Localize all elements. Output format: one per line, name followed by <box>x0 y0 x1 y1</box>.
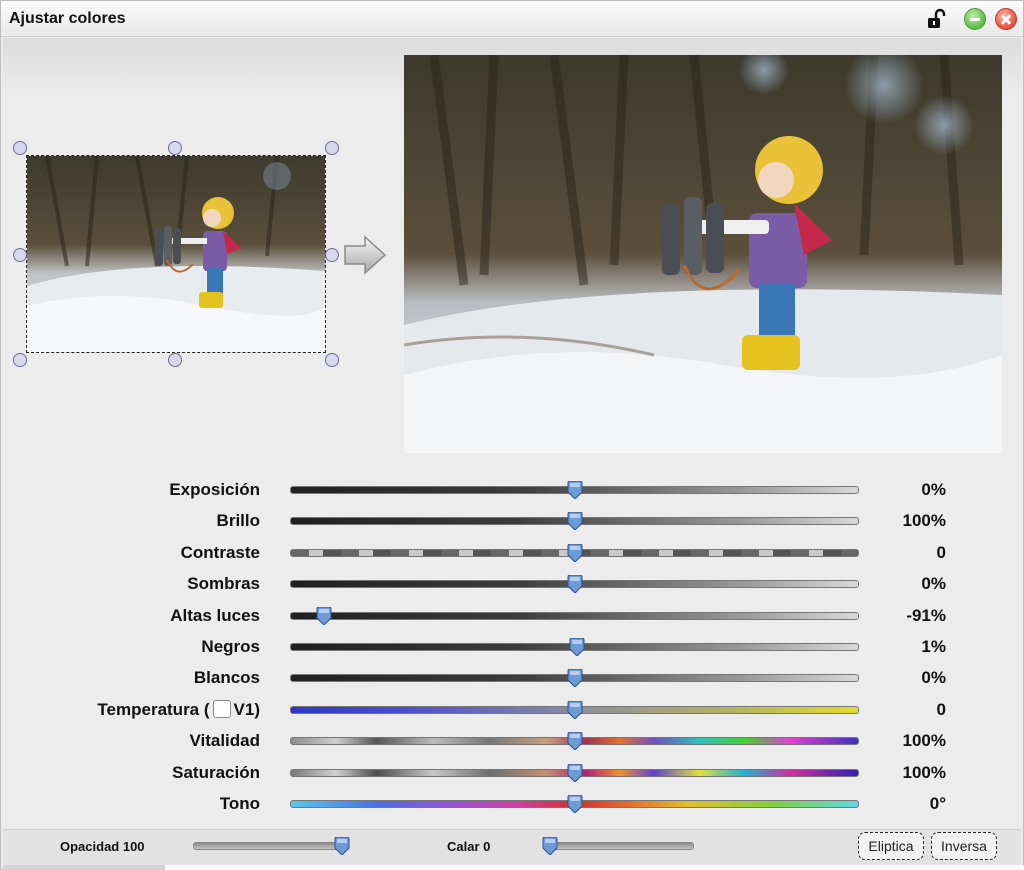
slider-label-saturación: Saturación <box>172 763 260 783</box>
horizontal-scrollbar[interactable] <box>3 865 1024 870</box>
slider-value-sombras: 0% <box>921 574 946 594</box>
slider-label-contraste: Contraste <box>181 543 260 563</box>
slider-thumb-negros[interactable] <box>569 638 585 656</box>
slider-label-blancos: Blancos <box>194 668 260 688</box>
slider-label-vitalidad: Vitalidad <box>189 731 260 751</box>
title-bar: Ajustar colores <box>1 1 1023 37</box>
slider-value-vitalidad: 100% <box>902 731 946 751</box>
selection-frame[interactable] <box>26 155 326 353</box>
slider-value-brillo: 100% <box>902 511 946 531</box>
opacity-slider[interactable] <box>193 842 342 850</box>
slider-label-text: Altas luces <box>170 605 260 625</box>
slider-thumb-tono[interactable] <box>567 795 583 813</box>
slider-label-exposición: Exposición <box>169 480 260 500</box>
slider-value-saturación: 100% <box>902 762 946 782</box>
opacity-slider-thumb[interactable] <box>334 837 350 855</box>
slider-label-altas-luces: Altas luces <box>170 606 260 626</box>
calar-label: Calar 0 <box>447 839 491 854</box>
slider-label-text: Vitalidad <box>189 731 260 751</box>
slider-thumb-saturación[interactable] <box>567 763 583 782</box>
slider-label-text: Negros <box>201 637 260 656</box>
slider-label-brillo: Brillo <box>217 511 260 531</box>
adjust-colors-window: Ajustar colores Exposición 0% Brillo 100… <box>0 0 1024 870</box>
slider-label-sombras: Sombras <box>187 574 260 594</box>
lock-open-icon[interactable] <box>925 8 947 30</box>
slider-label-text: Exposición <box>169 480 260 499</box>
slider-track-altas-luces[interactable] <box>290 611 859 620</box>
slider-value-blancos: 0% <box>921 668 946 688</box>
close-icon[interactable] <box>995 8 1017 30</box>
calar-slider[interactable] <box>545 842 694 850</box>
slider-label-text: Contraste <box>180 542 260 562</box>
slider-label-tono: Tono <box>220 794 260 814</box>
slider-value-exposición: 0% <box>921 480 946 499</box>
slider-value-tono: 0° <box>929 794 946 813</box>
calar-slider-thumb[interactable] <box>542 837 558 855</box>
slider-label-text: Temperatura ( <box>97 699 210 719</box>
opacity-label: Opacidad 100 <box>60 839 145 854</box>
temperature-v1-checkbox[interactable] <box>212 699 231 718</box>
slider-label-text: Saturación <box>172 762 260 782</box>
selection-handle-right[interactable] <box>325 248 339 262</box>
slider-label-text: Sombras <box>187 574 260 594</box>
slider-thumb-vitalidad[interactable] <box>567 732 583 751</box>
slider-label-suffix: V1) <box>233 699 260 719</box>
slider-label-text: Tono <box>219 794 260 813</box>
slider-label-text: Blancos <box>193 668 260 688</box>
selection-handle-bottom[interactable] <box>168 353 182 367</box>
window-title: Ajustar colores <box>9 10 126 27</box>
selection-handle-top[interactable] <box>168 141 182 155</box>
arrow-right-icon <box>344 235 387 275</box>
inversa-button[interactable]: Inversa <box>931 832 997 860</box>
slider-value-altas-luces: -91% <box>906 605 946 625</box>
slider-thumb-blancos[interactable] <box>567 669 583 688</box>
selection-handle-top-right[interactable] <box>325 141 339 155</box>
slider-label-negros: Negros <box>201 637 260 657</box>
slider-thumb-altas-luces[interactable] <box>316 606 332 625</box>
selection-handle-top-left[interactable] <box>13 141 27 155</box>
preview-image <box>404 55 1002 453</box>
eliptica-button[interactable]: Eliptica <box>858 832 924 860</box>
slider-label-text: Brillo <box>216 511 260 531</box>
slider-thumb-contraste[interactable] <box>567 543 583 562</box>
selection-handle-left[interactable] <box>13 248 27 262</box>
slider-value-temperatura: 0 <box>936 699 946 719</box>
slider-value-contraste: 0 <box>936 542 946 562</box>
slider-thumb-temperatura[interactable] <box>567 700 583 719</box>
slider-thumb-brillo[interactable] <box>567 512 583 531</box>
selection-handle-bottom-right[interactable] <box>325 353 339 367</box>
selection-handle-bottom-left[interactable] <box>13 353 27 367</box>
slider-label-temperatura: Temperatura ( V1) <box>97 699 260 720</box>
slider-thumb-sombras[interactable] <box>567 575 583 594</box>
minimize-icon[interactable] <box>964 8 986 30</box>
slider-thumb-exposición[interactable] <box>567 481 583 499</box>
slider-value-negros: 1% <box>921 637 946 656</box>
